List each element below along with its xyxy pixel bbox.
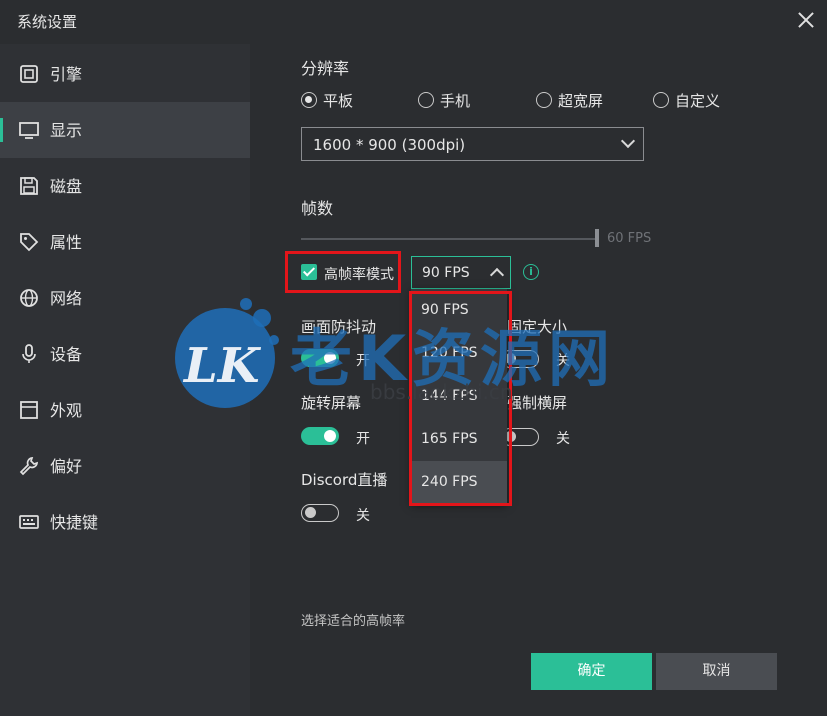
radio-tablet[interactable]: 平板: [301, 90, 391, 110]
window-icon: [20, 401, 38, 419]
tag-icon: [20, 233, 39, 252]
confirm-button[interactable]: 确定: [531, 653, 652, 690]
globe-icon: [20, 289, 38, 307]
high-fps-label: 高帧率模式: [324, 267, 394, 283]
sidebar-item-engine[interactable]: 引擎: [0, 46, 250, 102]
rotate-screen-state: 开: [356, 431, 370, 447]
window-title: 系统设置: [17, 13, 78, 31]
fps-slider-track[interactable]: [301, 238, 597, 240]
close-icon[interactable]: [794, 8, 818, 32]
fps-slider-value: 60 FPS: [607, 231, 652, 246]
resolution-select-value: 1600 * 900 (300dpi): [313, 136, 466, 154]
title-bar: 系统设置: [0, 0, 827, 44]
rotate-screen-label: 旋转屏幕: [301, 394, 362, 412]
sidebar-item-label: 网络: [50, 289, 83, 308]
chevron-up-icon: [489, 267, 505, 283]
sidebar-item-preferences[interactable]: 偏好: [0, 438, 250, 494]
resolution-title: 分辨率: [301, 59, 350, 78]
sidebar-item-label: 属性: [50, 233, 83, 252]
sidebar-item-label: 设备: [50, 345, 83, 364]
sidebar-item-device[interactable]: 设备: [0, 326, 250, 382]
sidebar-item-label: 外观: [50, 401, 83, 420]
framerate-title: 帧数: [301, 199, 334, 218]
chip-icon: [20, 65, 38, 83]
sidebar-item-label: 磁盘: [50, 177, 83, 196]
keyboard-icon: [19, 515, 39, 529]
discord-live-toggle[interactable]: [301, 504, 339, 522]
resolution-select[interactable]: 1600 * 900 (300dpi): [301, 127, 644, 161]
sidebar-item-label: 快捷键: [50, 513, 99, 532]
sidebar-item-label: 引擎: [50, 65, 83, 84]
sidebar-item-display[interactable]: 显示: [0, 102, 250, 158]
high-fps-checkbox[interactable]: [301, 264, 317, 280]
discord-live-state: 关: [356, 508, 370, 524]
fixed-size-state: 关: [556, 353, 570, 369]
radio-ultrawide[interactable]: 超宽屏: [536, 90, 626, 110]
sidebar-item-disk[interactable]: 磁盘: [0, 158, 250, 214]
hint-text: 选择适合的高帧率: [301, 614, 406, 629]
sidebar-item-label: 显示: [50, 121, 83, 140]
wrench-icon: [19, 457, 38, 476]
sidebar-item-properties[interactable]: 属性: [0, 214, 250, 270]
force-landscape-label: 强制横屏: [507, 394, 568, 412]
info-icon[interactable]: i: [523, 264, 539, 280]
anti-shake-label: 画面防抖动: [301, 318, 377, 336]
sidebar-item-label: 偏好: [50, 457, 83, 476]
highlight-box-fps-options: [409, 291, 512, 506]
monitor-icon: [19, 122, 39, 139]
save-disk-icon: [20, 177, 38, 195]
discord-live-label: Discord直播: [301, 471, 388, 489]
sidebar-item-network[interactable]: 网络: [0, 270, 250, 326]
fps-slider-handle[interactable]: [595, 229, 599, 247]
fps-select[interactable]: 90 FPS: [411, 256, 511, 289]
radio-custom[interactable]: 自定义: [653, 90, 743, 110]
force-landscape-state: 关: [556, 431, 570, 447]
microphone-icon: [22, 344, 36, 363]
sidebar: 引擎 显示 磁盘 属性 网络 设备 外观 偏好 快捷键: [0, 44, 250, 716]
fixed-size-label: 固定大小: [507, 318, 568, 336]
fps-select-value: 90 FPS: [422, 265, 470, 281]
rotate-screen-toggle[interactable]: [301, 427, 339, 445]
anti-shake-toggle[interactable]: [301, 349, 339, 367]
sidebar-item-shortcuts[interactable]: 快捷键: [0, 494, 250, 550]
chevron-down-icon: [620, 133, 636, 149]
cancel-button[interactable]: 取消: [656, 653, 777, 690]
radio-phone[interactable]: 手机: [418, 90, 508, 110]
anti-shake-state: 开: [356, 353, 370, 369]
sidebar-item-appearance[interactable]: 外观: [0, 382, 250, 438]
